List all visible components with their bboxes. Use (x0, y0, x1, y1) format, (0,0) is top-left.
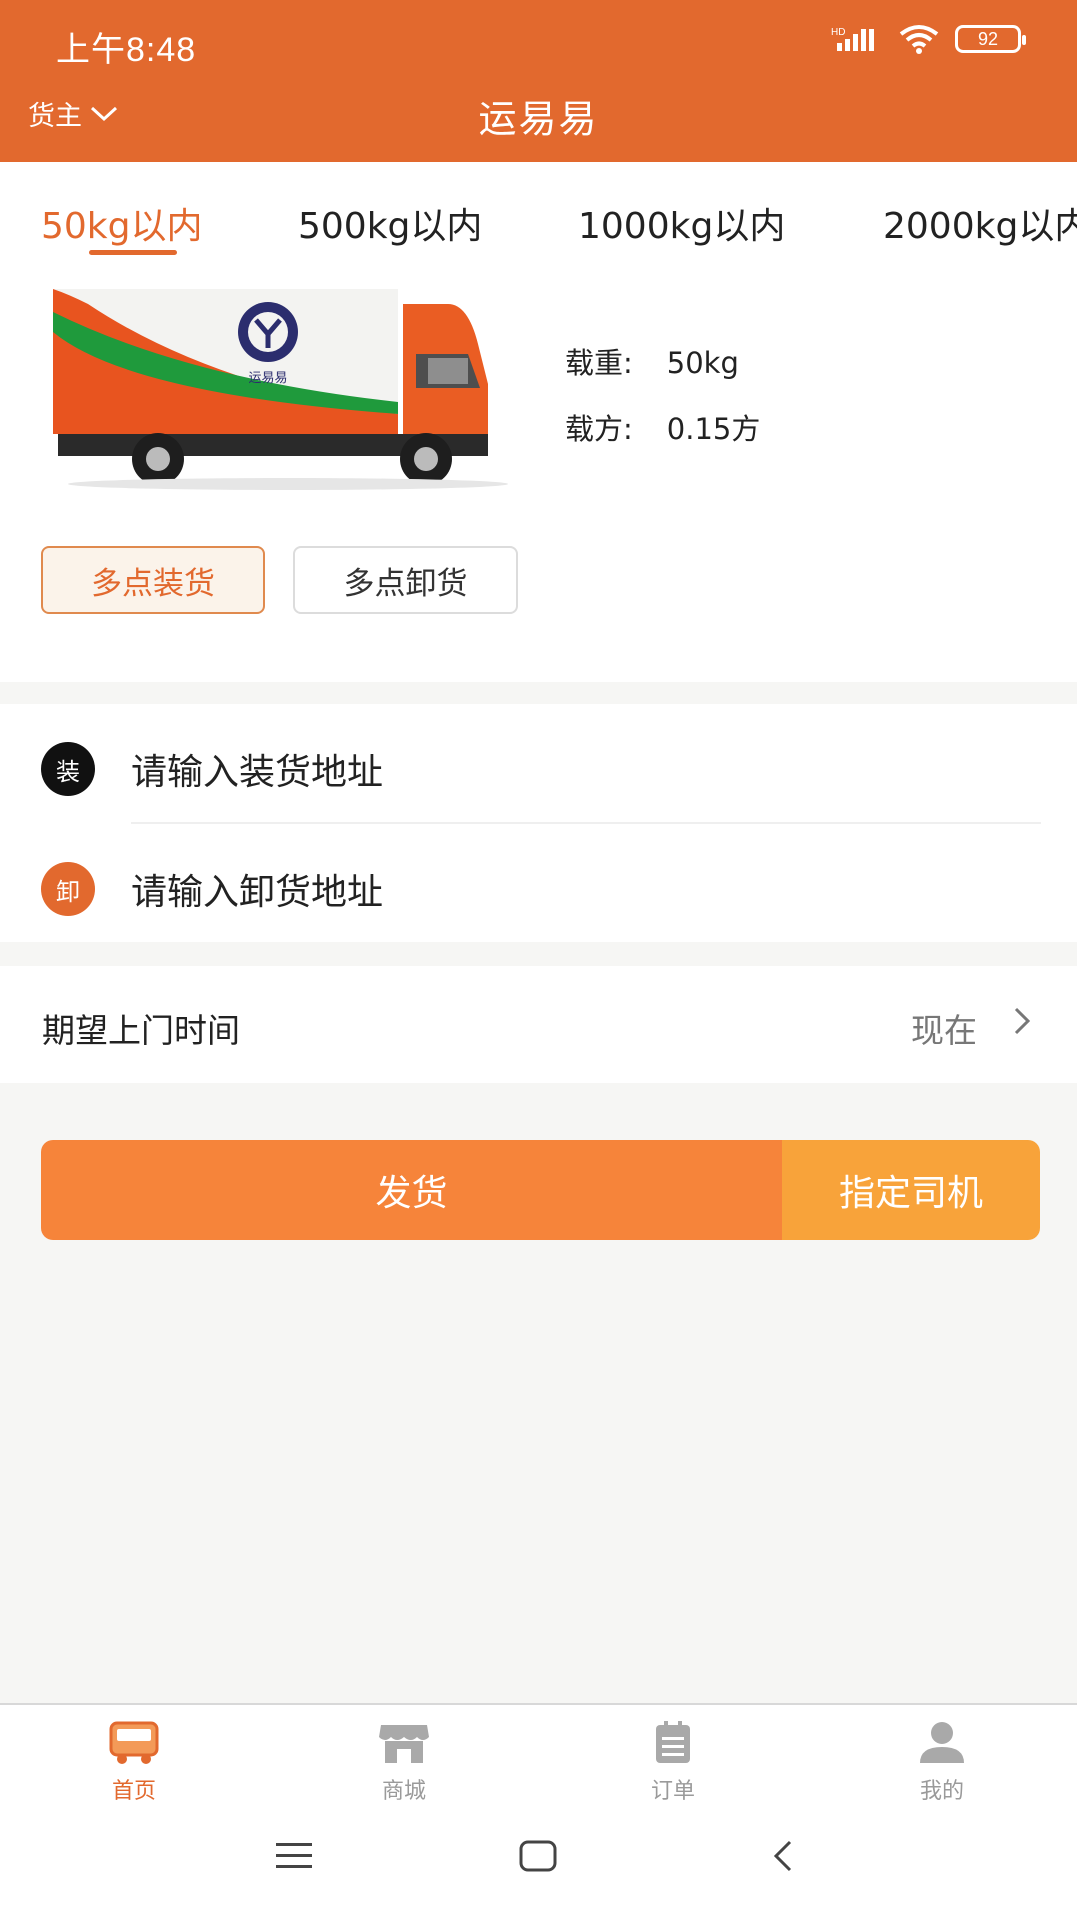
weight-tabs: 50kg以内 500kg以内 1000kg以内 2000kg以内 (0, 197, 1077, 267)
nav-orders-label: 订单 (650, 1779, 695, 1804)
signal-icon: HD (831, 27, 874, 51)
truck-image: 运易易 (48, 284, 538, 494)
bottom-nav: 首页 商城 订单 我的 (0, 1703, 1077, 1811)
multi-load-button[interactable]: 多点装货 (41, 546, 265, 614)
pickup-time-value: 现在 (911, 1011, 977, 1050)
nav-home-label: 首页 (111, 1779, 156, 1804)
tab-1000kg[interactable]: 1000kg以内 (578, 197, 785, 249)
tab-500kg[interactable]: 500kg以内 (298, 197, 482, 249)
pickup-time-label: 期望上门时间 (42, 1011, 240, 1050)
action-bar: 发货 指定司机 (41, 1140, 1040, 1240)
tab-2000kg[interactable]: 2000kg以内 (883, 197, 1077, 249)
nav-store[interactable]: 商城 (344, 1719, 464, 1805)
svg-text:HD: HD (831, 27, 845, 38)
nav-home[interactable]: 首页 (74, 1719, 194, 1805)
truck-icon (109, 1721, 159, 1764)
nav-orders[interactable]: 订单 (613, 1719, 733, 1805)
truck-brand-text: 运易易 (248, 371, 287, 386)
tab-50kg[interactable]: 50kg以内 (41, 197, 203, 249)
unload-address-input[interactable]: 请输入卸货地址 (131, 863, 383, 915)
unload-badge: 卸 (41, 862, 95, 916)
vehicle-card: 50kg以内 500kg以内 1000kg以内 2000kg以内 运易易 载重:… (0, 162, 1077, 682)
status-icons: HD 92 (831, 24, 1026, 54)
app-title: 运易易 (478, 97, 599, 141)
load-address-row[interactable]: 装 请输入装货地址 (0, 714, 1077, 824)
load-value: 50kg (666, 346, 739, 380)
ship-button[interactable]: 发货 (41, 1140, 782, 1240)
nav-profile-label: 我的 (919, 1779, 964, 1804)
volume-value: 0.15方 (666, 412, 761, 446)
clipboard-icon (656, 1721, 690, 1763)
load-address-input[interactable]: 请输入装货地址 (131, 743, 383, 795)
assign-driver-button[interactable]: 指定司机 (782, 1140, 1040, 1240)
truck-icon: 运易易 (53, 289, 508, 490)
volume-label: 载方: (565, 412, 633, 446)
unload-address-row[interactable]: 卸 请输入卸货地址 (0, 834, 1077, 944)
multi-unload-button[interactable]: 多点卸货 (293, 546, 518, 614)
chevron-right-icon (1014, 1007, 1031, 1035)
battery-indicator: 92 (955, 25, 1026, 53)
active-tab-indicator (89, 250, 177, 255)
system-nav-bar (0, 1811, 1077, 1917)
address-divider (131, 822, 1041, 824)
app-header: 上午8:48 HD 92 货主 运易易 (0, 0, 1077, 162)
volume-spec: 载方: 0.15方 (565, 406, 760, 448)
store-icon (379, 1725, 429, 1763)
nav-profile[interactable]: 我的 (882, 1719, 1002, 1805)
load-label: 载重: (565, 346, 633, 380)
status-time: 上午8:48 (56, 31, 197, 69)
wifi-icon (899, 25, 939, 54)
nav-store-label: 商城 (381, 1779, 426, 1804)
back-icon[interactable] (768, 1839, 798, 1873)
user-icon (920, 1722, 964, 1763)
home-square-icon[interactable] (518, 1839, 558, 1873)
address-card: 装 请输入装货地址 卸 请输入卸货地址 (0, 704, 1077, 942)
menu-icon[interactable] (274, 1839, 314, 1873)
load-badge: 装 (41, 742, 95, 796)
load-spec: 载重: 50kg (565, 340, 739, 382)
pickup-time-row[interactable]: 期望上门时间 现在 (0, 966, 1077, 1083)
